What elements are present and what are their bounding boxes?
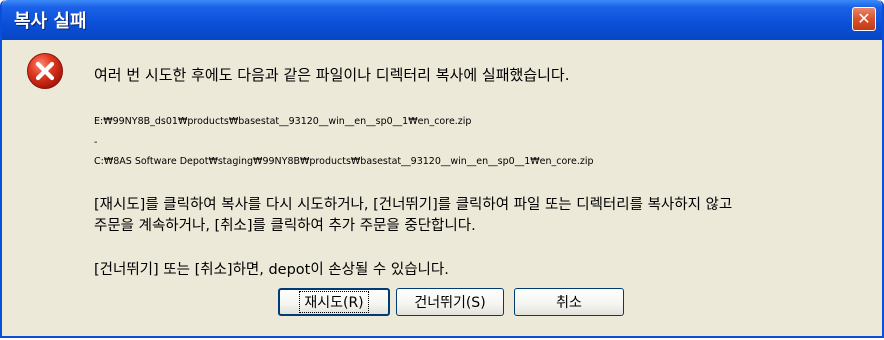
skip-button[interactable]: 건너뛰기(S) — [396, 288, 504, 316]
close-icon: ✕ — [857, 9, 871, 28]
retry-button[interactable]: 재시도(R) — [278, 288, 390, 316]
cancel-button[interactable]: 취소 — [514, 288, 624, 316]
warning-text: [건너뛰기] 또는 [취소]하면, depot이 손상될 수 있습니다. — [94, 262, 449, 278]
retry-button-label: 재시도(R) — [299, 291, 369, 313]
close-button[interactable]: ✕ — [852, 7, 876, 31]
source-path: E:₩99NY8B_ds01₩products₩basestat__93120_… — [94, 116, 472, 127]
error-dialog-window: 복사 실패 ✕ 여러 번 시도한 후에도 다음과 같은 파일이나 디렉터리 복사… — [0, 0, 884, 338]
error-icon — [27, 53, 63, 89]
instruction-text-line2: 주문을 계속하거나, [취소]를 클릭하여 추가 주문을 중단합니다. — [94, 218, 476, 234]
window-title: 복사 실패 — [14, 11, 87, 32]
title-bar[interactable]: 복사 실패 ✕ — [2, 0, 882, 40]
error-heading: 여러 번 시도한 후에도 다음과 같은 파일이나 디렉터리 복사에 실패했습니다… — [94, 66, 570, 84]
destination-path: C:₩8AS Software Depot₩staging₩99NY8B₩pro… — [94, 156, 594, 167]
path-separator: - — [94, 137, 98, 148]
instruction-text-line1: [재시도]를 클릭하여 복사를 다시 시도하거나, [건너뛰기]를 클릭하여 파… — [94, 197, 733, 213]
